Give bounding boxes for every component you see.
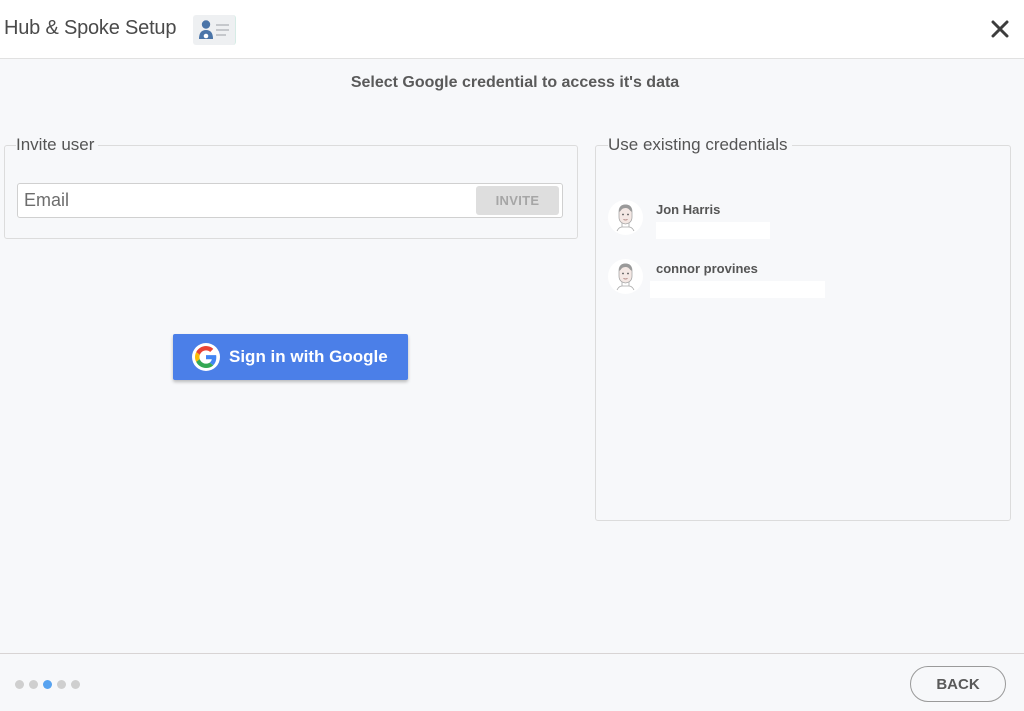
step-dot: [57, 680, 66, 689]
step-dot: [15, 680, 24, 689]
page-subtitle: Select Google credential to access it's …: [350, 74, 680, 91]
step-dot-active: [43, 680, 52, 689]
user-avatar-icon: [608, 200, 643, 235]
email-field-wrapper: INVITE: [17, 183, 563, 218]
credential-name: connor provines: [656, 261, 758, 276]
sign-in-with-google-label: Sign in with Google: [229, 347, 388, 366]
close-button[interactable]: [985, 14, 1015, 44]
user-avatar-icon: [608, 259, 643, 294]
step-dot: [29, 680, 38, 689]
dialog-footer: BACK: [0, 653, 1024, 711]
dialog-header: Hub & Spoke Setup: [0, 0, 1024, 59]
step-dot: [71, 680, 80, 689]
sign-in-with-google-button[interactable]: Sign in with Google: [173, 334, 408, 380]
credential-item[interactable]: connor provines: [608, 259, 998, 299]
invite-user-section: Invite user INVITE: [4, 135, 578, 239]
google-g-icon: [192, 343, 220, 371]
close-icon: [991, 20, 1009, 38]
user-list-icon: [193, 15, 236, 45]
credential-email-redacted: [656, 222, 770, 239]
email-input[interactable]: [18, 184, 474, 217]
back-button[interactable]: BACK: [910, 666, 1006, 702]
dialog-title: Hub & Spoke Setup: [4, 17, 177, 39]
step-indicator: [15, 680, 85, 690]
credential-email-redacted: [650, 281, 825, 298]
credential-item[interactable]: Jon Harris: [608, 200, 998, 240]
invite-user-legend: Invite user: [16, 135, 99, 155]
invite-button[interactable]: INVITE: [476, 186, 559, 215]
existing-credentials-section: Use existing credentials Jon Harris conn…: [595, 135, 1011, 521]
existing-credentials-legend: Use existing credentials: [608, 135, 792, 155]
credential-name: Jon Harris: [656, 202, 721, 217]
